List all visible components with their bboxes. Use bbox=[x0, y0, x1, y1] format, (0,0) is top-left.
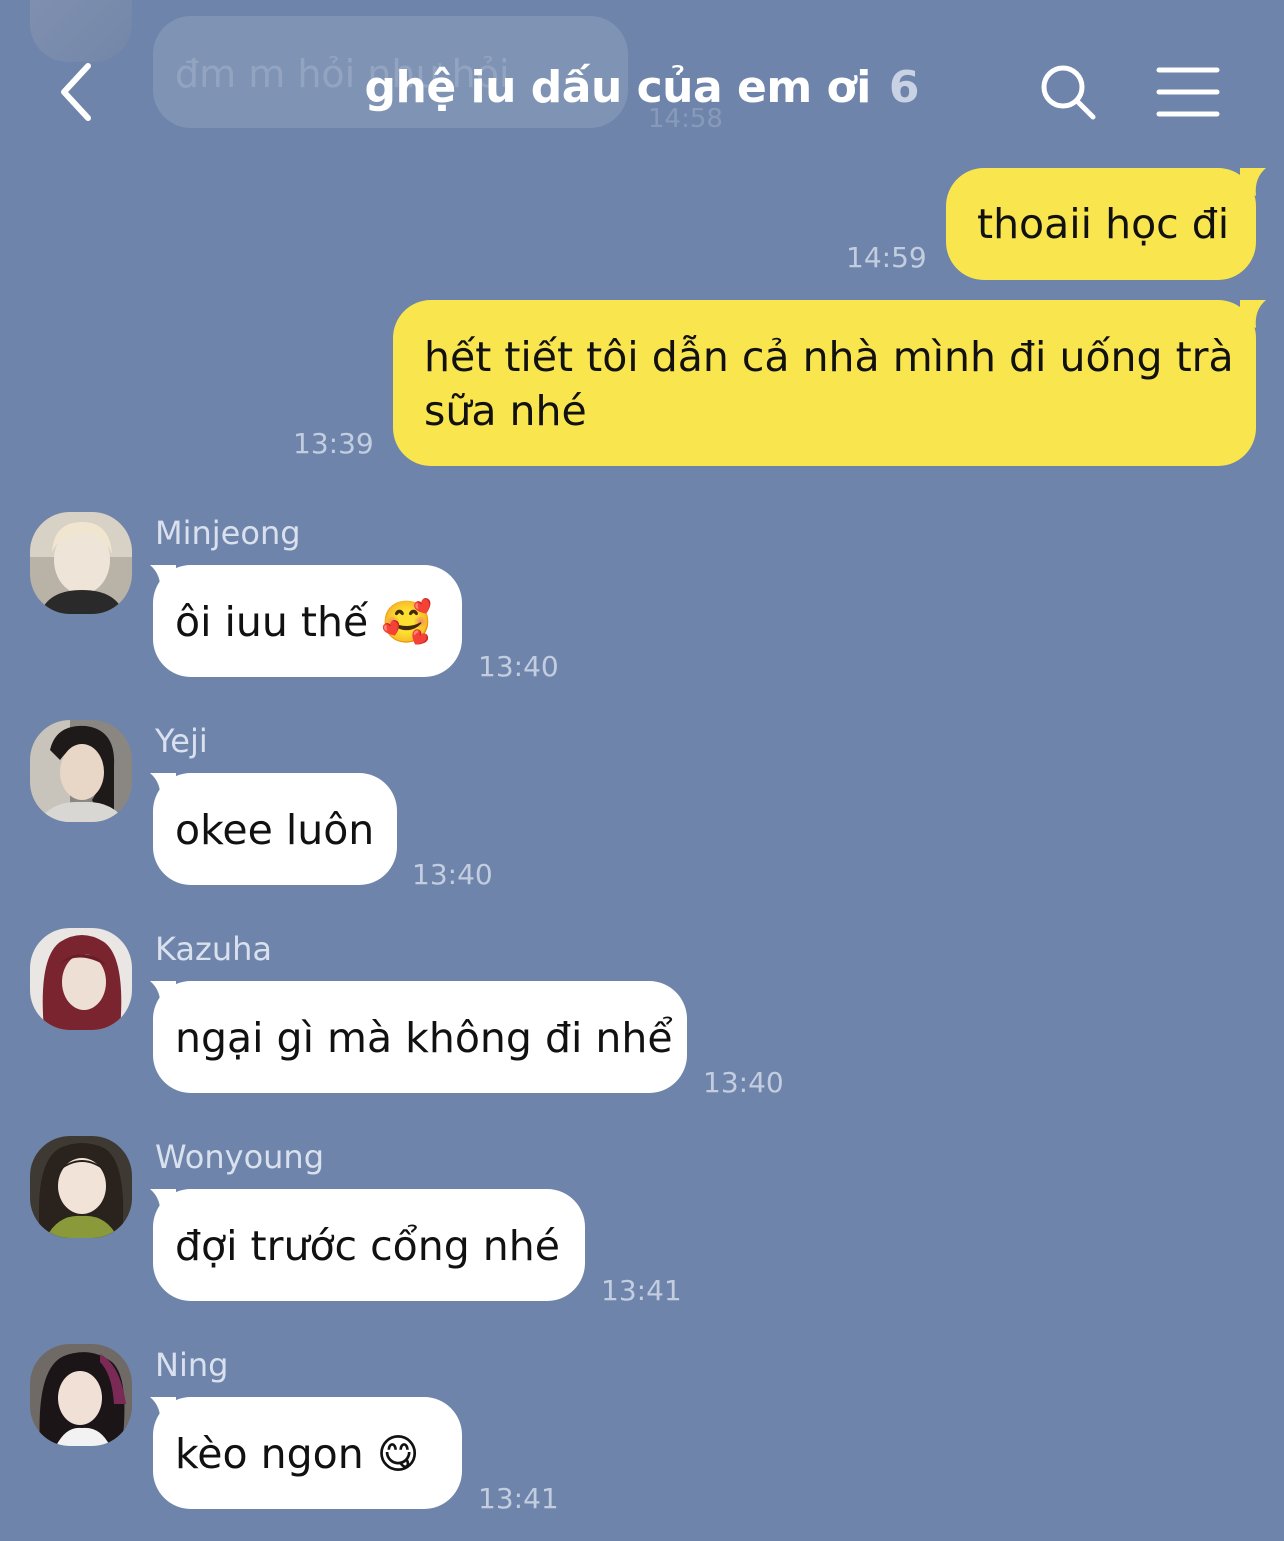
message-bubble[interactable]: okee luôn bbox=[153, 773, 397, 885]
avatar-kazuha[interactable] bbox=[30, 928, 132, 1030]
hamburger-menu-icon[interactable] bbox=[1156, 66, 1220, 118]
sender-name: Yeji bbox=[155, 722, 208, 760]
message-time: 13:40 bbox=[703, 1066, 784, 1099]
avatar-yeji[interactable] bbox=[30, 720, 132, 822]
sender-name: Ning bbox=[155, 1346, 229, 1384]
message-time: 13:40 bbox=[478, 650, 559, 683]
bubble-tail bbox=[1240, 168, 1266, 196]
chat-title: ghệ iu dấu của em ơi bbox=[364, 62, 872, 113]
message-time: 13:39 bbox=[293, 427, 374, 460]
message-text-line: hết tiết tôi dẫn cả nhà mình đi uống trà bbox=[424, 333, 1234, 381]
message-time: 13:41 bbox=[478, 1482, 559, 1515]
bubble-tail bbox=[1240, 300, 1266, 328]
avatar-wonyoung[interactable] bbox=[30, 1136, 132, 1238]
message-bubble[interactable]: ôi iuu thế 🥰 bbox=[153, 565, 462, 677]
message-bubble[interactable]: ngại gì mà không đi nhể bbox=[153, 981, 687, 1093]
sender-name: Wonyoung bbox=[155, 1138, 325, 1176]
message-bubble[interactable]: đợi trước cổng nhé bbox=[153, 1189, 585, 1301]
message-text: okee luôn bbox=[175, 806, 375, 854]
sender-name: Minjeong bbox=[155, 514, 301, 552]
avatar-minjeong[interactable] bbox=[30, 512, 132, 614]
message-time: 14:59 bbox=[846, 241, 927, 274]
message-text: ngại gì mà không đi nhể bbox=[175, 1014, 673, 1062]
message-text: đợi trước cổng nhé bbox=[175, 1222, 560, 1270]
member-count: 6 bbox=[888, 62, 920, 113]
search-icon[interactable] bbox=[1038, 62, 1098, 122]
message-text: thoaii học đi bbox=[977, 200, 1230, 248]
my-message-bubble[interactable]: thoaii học đi bbox=[946, 168, 1256, 280]
chat-header: ghệ iu dấu của em ơi 6 bbox=[0, 0, 1284, 150]
my-message-bubble[interactable]: hết tiết tôi dẫn cả nhà mình đi uống trà… bbox=[393, 300, 1256, 466]
message-time: 13:41 bbox=[601, 1274, 682, 1307]
message-bubble[interactable]: kèo ngon 😋 bbox=[153, 1397, 462, 1509]
sender-name: Kazuha bbox=[155, 930, 272, 968]
message-text-line: sữa nhé bbox=[424, 387, 587, 435]
message-time: 13:40 bbox=[412, 858, 493, 891]
message-text: kèo ngon 😋 bbox=[175, 1430, 420, 1478]
avatar-ning[interactable] bbox=[30, 1344, 132, 1446]
chat-screen: đm m hỏi như hỏi 14:58 ghệ iu dấu của em… bbox=[0, 0, 1284, 1541]
message-text: ôi iuu thế 🥰 bbox=[175, 598, 433, 646]
